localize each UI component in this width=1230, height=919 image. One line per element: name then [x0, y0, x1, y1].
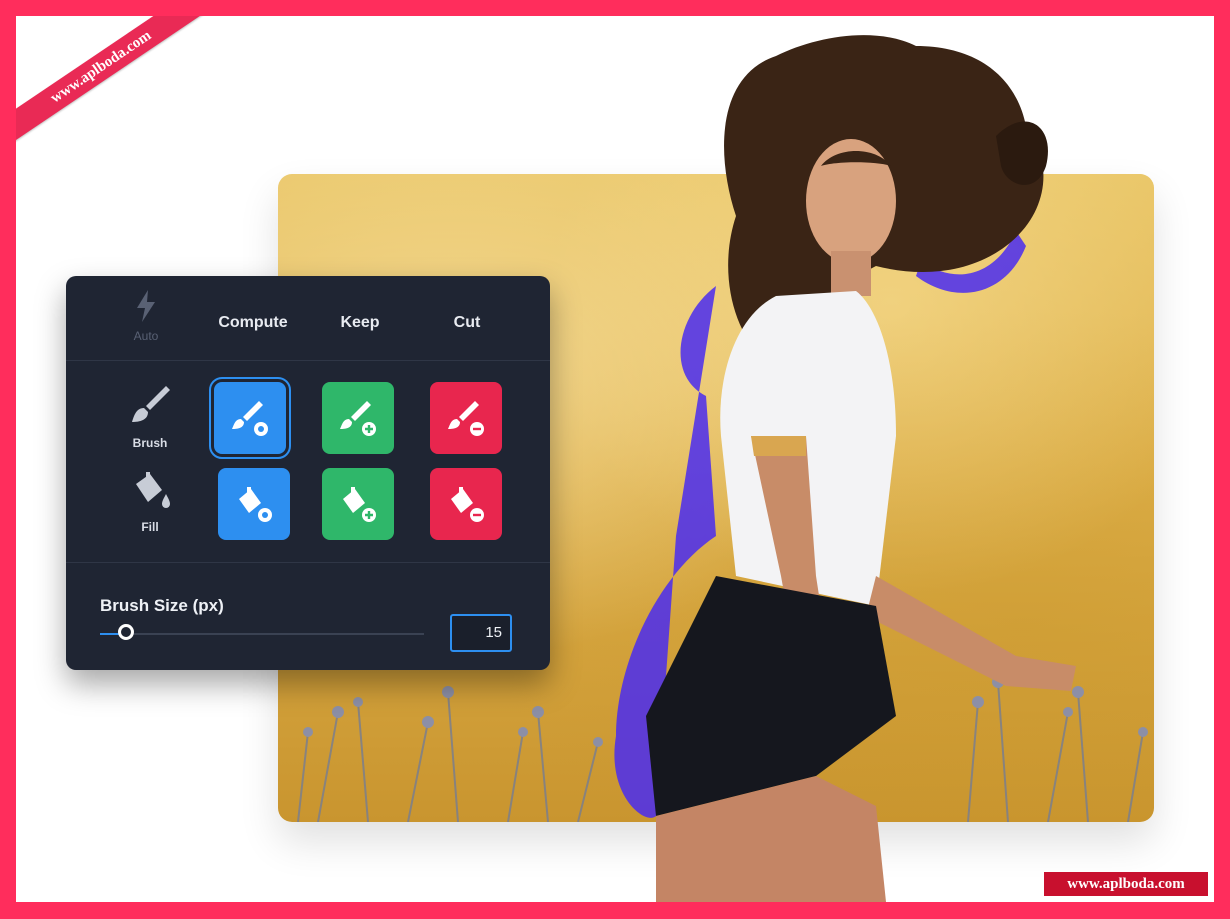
paint-bucket-icon — [136, 472, 170, 508]
tools-divider — [66, 562, 550, 563]
column-header-cut: Cut — [453, 314, 481, 331]
brush-size-input[interactable]: 15 — [450, 614, 512, 652]
canvas: Auto Compute Keep Cut Brush Fill Brush S… — [16, 16, 1214, 902]
fill-row-icon-wrap — [120, 466, 180, 514]
fill-row-label: Fill — [141, 520, 159, 534]
column-header-keep: Keep — [340, 314, 380, 331]
bucket-minus-icon — [451, 487, 484, 522]
brush-row-icon-wrap — [120, 382, 180, 430]
brush-row-label: Brush — [132, 436, 168, 450]
header-divider — [66, 360, 550, 361]
auto-tab: Auto — [128, 290, 164, 343]
brush-icon — [132, 386, 170, 422]
brush-size-slider-handle[interactable] — [117, 624, 134, 640]
brush-size-slider-track[interactable] — [100, 633, 424, 635]
bucket-plus-icon — [343, 487, 376, 522]
brush-plus-icon — [340, 401, 376, 436]
brush-minus-icon — [448, 401, 484, 436]
fill-compute-button[interactable] — [218, 468, 290, 540]
brush-gear-icon — [232, 401, 268, 436]
background-removal-panel: Auto Compute Keep Cut Brush Fill Brush S… — [66, 276, 550, 670]
column-header-compute: Compute — [218, 314, 288, 331]
fill-cut-button[interactable] — [430, 468, 502, 540]
fill-keep-button[interactable] — [322, 468, 394, 540]
brush-size-label: Brush Size (px) — [100, 596, 224, 615]
brush-compute-button[interactable] — [209, 377, 291, 459]
watermark-badge: www.aplboda.com — [1044, 872, 1208, 896]
watermark-ribbon: www.aplboda.com — [16, 16, 212, 148]
auto-label: Auto — [133, 329, 159, 343]
brush-keep-button[interactable] — [322, 382, 394, 454]
bucket-gear-icon — [239, 487, 272, 522]
brush-cut-button[interactable] — [430, 382, 502, 454]
lightning-icon — [137, 290, 155, 322]
